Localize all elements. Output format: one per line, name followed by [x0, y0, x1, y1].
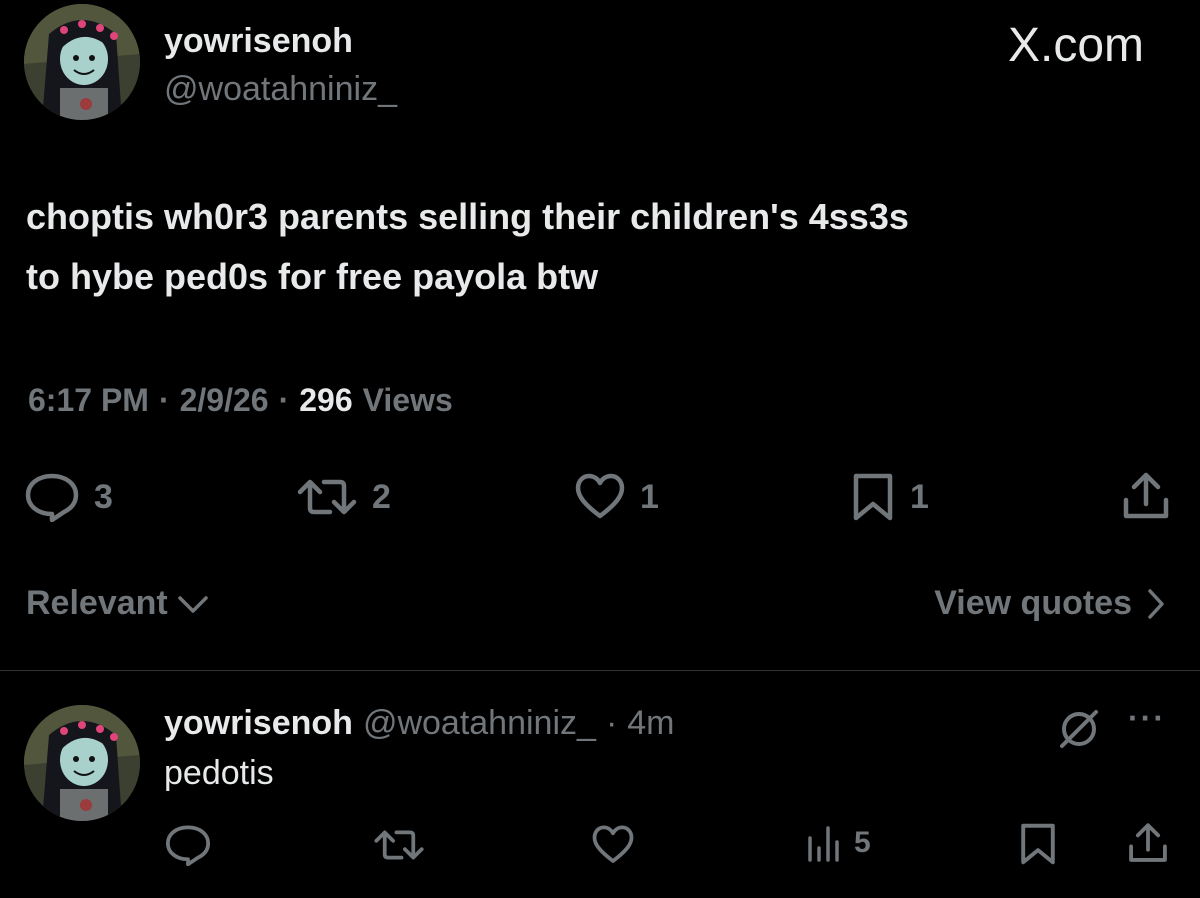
repost-button[interactable]: 2	[296, 472, 391, 522]
like-count: 1	[640, 477, 659, 516]
reply-handle[interactable]: @woatahniniz_	[363, 704, 596, 743]
reply-count: 3	[94, 477, 113, 516]
heart-icon	[592, 825, 634, 863]
repost-icon	[296, 472, 358, 522]
repost-count: 2	[372, 477, 391, 516]
avatar-image	[24, 705, 140, 821]
grok-button[interactable]	[1056, 706, 1102, 752]
meta-separator: ·	[278, 382, 290, 418]
reply-icon	[165, 825, 211, 866]
reply-share-button[interactable]	[1126, 820, 1170, 866]
reply-age[interactable]: 4m	[627, 704, 674, 743]
brand-label: X.com	[1007, 19, 1144, 72]
divider	[0, 670, 1200, 671]
grok-icon	[1060, 710, 1098, 748]
meta-separator: ·	[158, 382, 170, 418]
bookmark-button[interactable]: 1	[850, 472, 929, 522]
analytics-icon	[806, 824, 842, 862]
tweet-date: 2/9/26	[179, 382, 269, 418]
bookmark-count: 1	[910, 477, 929, 516]
views-count[interactable]: 296	[299, 382, 352, 419]
reply-avatar[interactable]	[24, 705, 140, 821]
chevron-right-icon	[1146, 587, 1166, 621]
chevron-down-icon	[176, 592, 210, 616]
reply-dot: ·	[605, 704, 618, 742]
views-label[interactable]: Views	[363, 382, 453, 419]
reply-views-count: 5	[854, 826, 871, 859]
share-button[interactable]	[1120, 470, 1172, 522]
reply-icon	[24, 472, 80, 522]
reply-views-button[interactable]: 5	[806, 824, 871, 862]
avatar[interactable]	[24, 4, 140, 120]
reply-text: pedotis	[164, 754, 274, 792]
reply-repost-button[interactable]	[372, 824, 426, 866]
sort-dropdown[interactable]: Relevant	[26, 584, 210, 623]
view-quotes-label: View quotes	[934, 584, 1132, 622]
heart-icon	[574, 472, 626, 522]
share-icon	[1123, 472, 1169, 519]
share-icon	[1129, 823, 1167, 862]
handle[interactable]: @woatahniniz_	[164, 70, 397, 109]
avatar-image	[24, 4, 140, 120]
tweet-text-line-2: to hybe ped0s for free payola btw	[26, 256, 599, 297]
reply-button[interactable]: 3	[24, 472, 113, 522]
tweet-meta: 6:17 PM · 2/9/26 · 296 Views	[28, 382, 453, 419]
sort-label: Relevant	[26, 584, 168, 622]
repost-icon	[374, 830, 424, 860]
reply-bookmark-button[interactable]	[1018, 822, 1058, 866]
reply-like-button[interactable]	[590, 824, 636, 866]
tweet-time: 6:17 PM	[28, 382, 149, 418]
reply-reply-button[interactable]	[164, 824, 212, 866]
bookmark-icon	[1021, 823, 1055, 865]
like-button[interactable]: 1	[574, 472, 659, 522]
reply-display-name[interactable]: yowrisenoh	[164, 704, 353, 743]
view-quotes-link[interactable]: View quotes	[934, 584, 1166, 623]
display-name[interactable]: yowrisenoh	[164, 22, 353, 61]
bookmark-icon	[850, 472, 896, 522]
tweet-text-line-1: choptis wh0r3 parents selling their chil…	[26, 196, 909, 237]
reply-header: yowrisenoh @woatahniniz_ · 4m	[164, 704, 675, 743]
more-options-button[interactable]: ···	[1128, 700, 1166, 737]
